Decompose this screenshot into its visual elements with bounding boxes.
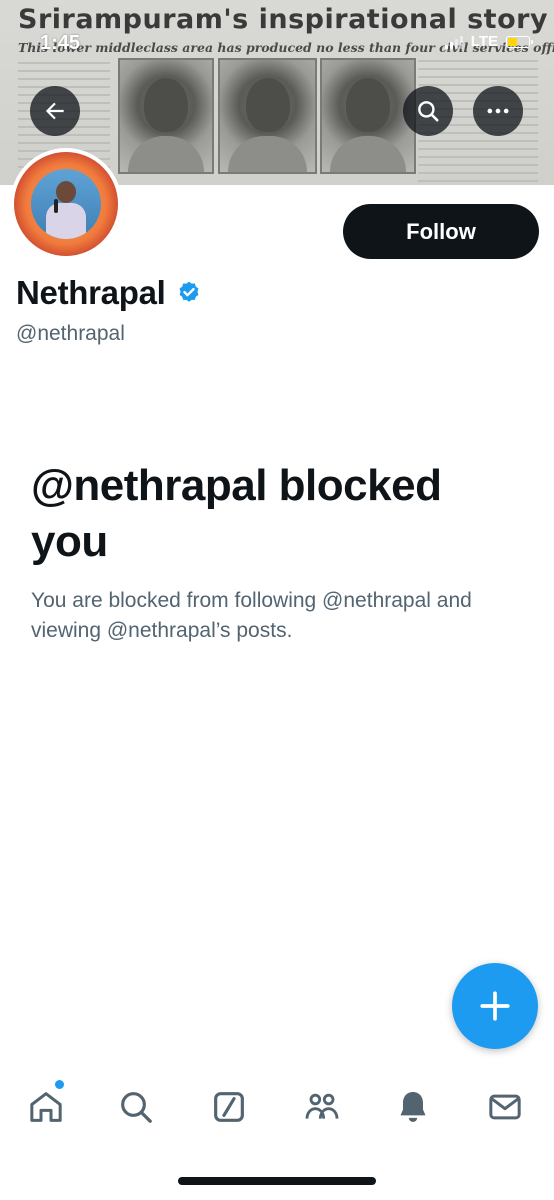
home-icon xyxy=(30,1092,62,1122)
status-time: 1:45 xyxy=(40,32,81,54)
communities-icon xyxy=(305,1093,339,1119)
avatar-photo xyxy=(31,169,101,239)
verified-badge-icon[interactable] xyxy=(176,280,202,306)
avatar-ring xyxy=(14,152,118,256)
mail-icon xyxy=(489,1094,521,1120)
banner-photo xyxy=(218,58,317,174)
search-icon xyxy=(121,1092,152,1123)
blocked-title: @nethrapal blocked you xyxy=(31,461,442,566)
more-options-button[interactable] xyxy=(473,86,523,136)
plus-icon xyxy=(480,991,510,1021)
bottom-navigation xyxy=(0,1080,554,1140)
banner-photo xyxy=(118,58,214,174)
search-button[interactable] xyxy=(403,86,453,136)
arrow-left-icon xyxy=(45,102,64,120)
nav-search[interactable] xyxy=(106,1080,166,1134)
bell-icon xyxy=(400,1092,426,1122)
nav-notifications[interactable] xyxy=(383,1080,443,1134)
network-label: LTE xyxy=(470,33,498,50)
follow-button[interactable]: Follow xyxy=(343,204,539,259)
search-icon xyxy=(418,101,439,122)
more-horizontal-icon xyxy=(487,108,509,114)
status-indicators: LTE xyxy=(444,33,533,50)
home-notification-dot xyxy=(55,1080,64,1089)
nav-grok[interactable] xyxy=(199,1080,259,1134)
home-indicator[interactable] xyxy=(178,1177,376,1185)
profile-handle: @nethrapal xyxy=(16,322,125,345)
grok-icon xyxy=(214,1092,244,1122)
blocked-description: You are blocked from following @nethrapa… xyxy=(31,589,472,642)
nav-communities[interactable] xyxy=(292,1080,352,1134)
profile-name-row: Nethrapal xyxy=(16,274,202,312)
nav-home[interactable] xyxy=(16,1080,76,1134)
banner-photo xyxy=(320,58,416,174)
battery-icon xyxy=(506,35,533,48)
compose-post-button[interactable] xyxy=(452,963,538,1049)
avatar[interactable] xyxy=(10,148,122,260)
display-name: Nethrapal xyxy=(16,274,166,311)
back-button[interactable] xyxy=(30,86,80,136)
nav-messages[interactable] xyxy=(475,1080,535,1134)
signal-icon xyxy=(444,35,463,49)
banner-headline: Srirampuram's inspirational story xyxy=(18,4,549,35)
